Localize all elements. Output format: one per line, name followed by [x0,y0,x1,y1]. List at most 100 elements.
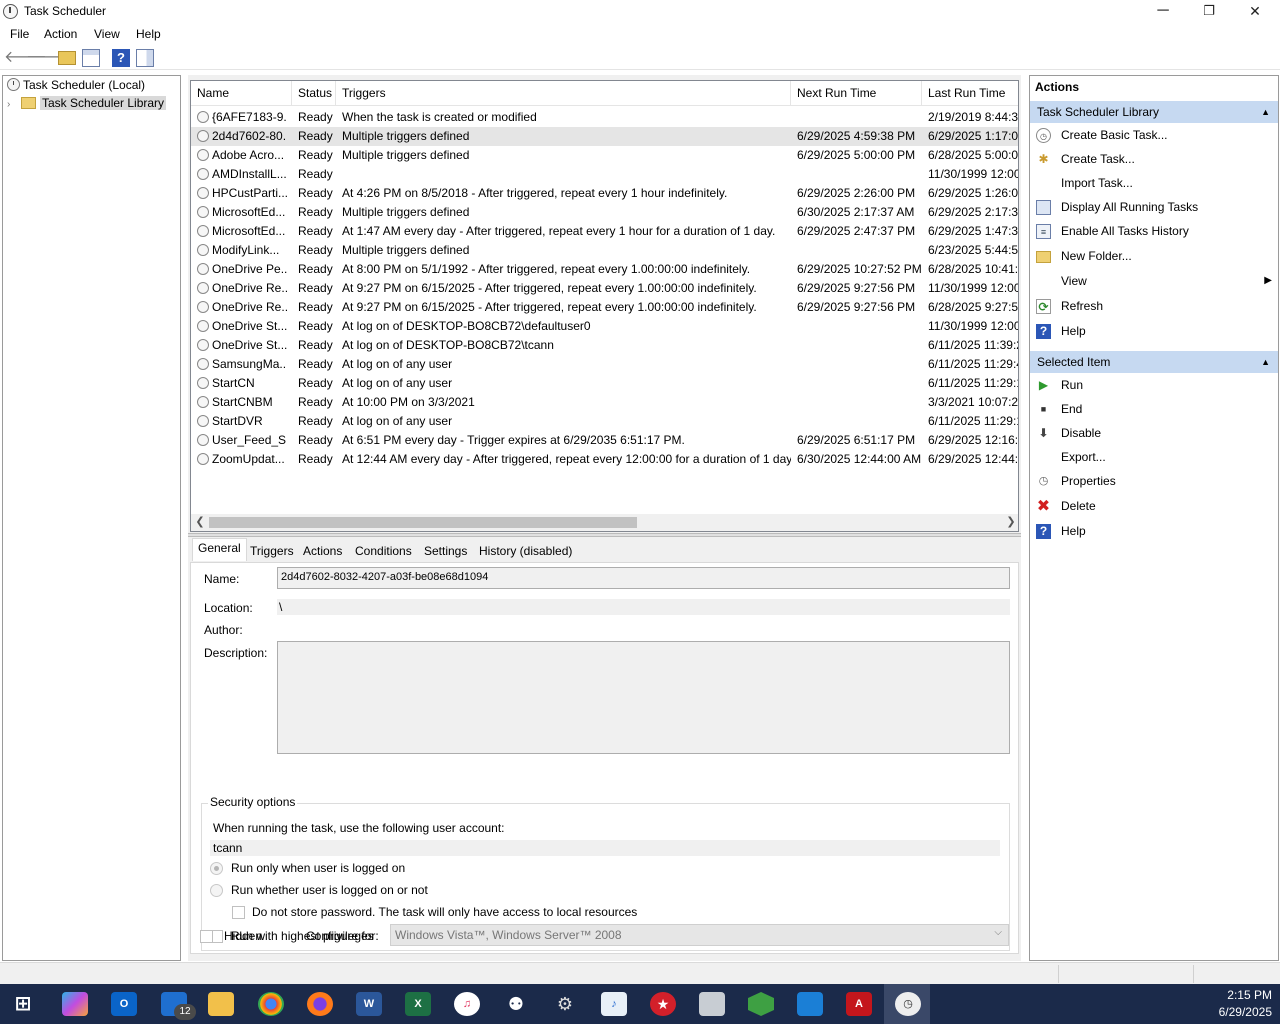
table-row[interactable]: MicrosoftEd... Ready Multiple triggers def… [191,203,1018,222]
task-last-cell: 2/19/2019 8:44:37 [928,110,1019,124]
menu-action[interactable]: Action [44,27,77,41]
action-create-basic-task[interactable]: ◷ Create Basic Task... [1030,125,1278,147]
excel-icon[interactable]: X [405,992,431,1016]
description-field[interactable] [277,641,1010,754]
table-row[interactable]: {6AFE7183-9... Ready When the task is crea… [191,108,1019,127]
section-selected-item[interactable]: Selected Item ▲ [1030,351,1278,373]
puppet-icon[interactable]: ⚉ [503,992,529,1016]
table-row[interactable]: AMDInstallL... Ready 11/30/1999 12:00: [191,165,1018,184]
action-properties[interactable]: ◷ Properties [1030,471,1278,493]
table-row[interactable]: StartCNBM Ready At 10:00 PM on 3/3/2021 3/3… [191,393,1018,412]
file-explorer-icon[interactable] [208,992,234,1016]
action-import-task[interactable]: Import Task... [1030,173,1278,195]
table-row[interactable]: SamsungMa... Ready At log on of any user 6/… [191,355,1018,374]
scroll-right-icon[interactable]: ❯ [1003,514,1018,531]
menu-file[interactable]: File [10,27,29,41]
collapse-caret-icon[interactable]: ▲ [1261,101,1270,123]
run-whether-logged-on-radio[interactable] [210,884,223,897]
star-app-icon[interactable]: ★ [650,992,676,1016]
itunes-icon[interactable]: ♫ [454,992,480,1016]
action-disable[interactable]: ⬇ Disable [1030,423,1278,445]
column-header-last-run[interactable]: Last Run Time [922,81,1018,106]
run-logged-on-radio[interactable] [210,862,223,875]
tree-item-library[interactable]: › Task Scheduler Library [7,96,167,113]
action-view[interactable]: View ▶ [1030,271,1278,293]
collapse-caret-icon[interactable]: ▲ [1261,351,1270,373]
cube-app-icon[interactable] [748,992,774,1016]
scroll-left-icon[interactable]: ❮ [192,514,208,531]
table-row[interactable]: HPCustParti... Ready At 4:26 PM on 8/5/201… [191,184,1018,203]
system-clock[interactable]: 2:15 PM 6/29/2025 [1219,987,1272,1021]
chrome-icon[interactable] [258,992,284,1016]
menu-view[interactable]: View [94,27,120,41]
copilot-icon[interactable] [62,992,88,1016]
table-row[interactable]: MicrosoftEd... Ready At 1:47 AM every day … [191,222,1018,241]
up-folder-icon[interactable] [58,51,76,65]
forward-arrow-icon[interactable]: 🡒 [26,49,69,67]
menu-help[interactable]: Help [136,27,161,41]
action-enable-tasks-history[interactable]: ≡ Enable All Tasks History [1030,221,1278,243]
maximize-button[interactable]: ❐ [1186,0,1232,24]
action-label: Export... [1061,450,1106,464]
action-export[interactable]: Export... [1030,447,1278,469]
table-row[interactable]: OneDrive Re... Ready At 9:27 PM on 6/15/20… [191,298,1018,317]
table-row[interactable]: OneDrive St... Ready At log on of DESKTOP-… [191,336,1018,355]
column-header-name[interactable]: Name [191,81,292,106]
control-panel-icon[interactable] [699,992,725,1016]
action-run[interactable]: ▶ Run [1030,375,1278,397]
back-arrow-icon[interactable]: 🡐 [4,49,47,67]
minimize-button[interactable]: ─ [1140,0,1186,24]
table-row[interactable]: ModifyLink... Ready Multiple triggers defi… [191,241,1018,260]
action-delete[interactable]: ✖ Delete [1030,496,1278,518]
table-row[interactable]: ZoomUpdat... Ready At 12:44 AM every day -… [191,450,1018,469]
outlook-icon[interactable]: O [111,992,137,1016]
action-end[interactable]: ■ End [1030,399,1278,421]
task-status-cell: Ready [298,281,333,295]
action-help-library[interactable]: ? Help [1030,321,1278,343]
section-task-scheduler-library[interactable]: Task Scheduler Library ▲ [1030,101,1278,123]
column-header-status[interactable]: Status [292,81,336,106]
table-row[interactable]: OneDrive St... Ready At log on of DESKTOP-… [191,317,1018,336]
table-row[interactable]: User_Feed_S... Ready At 6:51 PM every day … [191,431,1018,450]
firefox-icon[interactable] [307,992,333,1016]
tab-triggers[interactable]: Triggers [244,541,300,561]
windows-start-icon[interactable]: ⊞ [10,992,36,1016]
close-button[interactable]: ✕ [1232,0,1278,24]
table-row[interactable]: OneDrive Re... Ready At 9:27 PM on 6/15/20… [191,279,1018,298]
help-icon[interactable]: ? [112,49,130,67]
chevron-down-icon: ⌵ [994,927,1002,938]
tab-conditions[interactable]: Conditions [349,541,418,561]
table-row[interactable]: OneDrive Pe... Ready At 8:00 PM on 5/1/199… [191,260,1018,279]
table-row[interactable]: StartDVR Ready At log on of any user 6/11/2… [191,412,1018,431]
tab-history[interactable]: History (disabled) [473,541,578,561]
action-refresh[interactable]: ⟳ Refresh [1030,296,1278,318]
settings-gear-icon[interactable]: ⚙ [552,992,578,1016]
tab-settings[interactable]: Settings [418,541,473,561]
name-field[interactable]: 2d4d7602-8032-4207-a03f-be08e68d1094 [277,567,1010,589]
table-row[interactable]: StartCN Ready At log on of any user 6/11/20… [191,374,1018,393]
show-hide-tree-icon[interactable] [82,49,100,67]
action-display-running-tasks[interactable]: Display All Running Tasks [1030,197,1278,219]
photos-icon[interactable]: ♪ [601,992,627,1016]
configure-for-dropdown[interactable]: Windows Vista™, Windows Server™ 2008 ⌵ [390,924,1009,946]
action-create-task[interactable]: ✱ Create Task... [1030,149,1278,171]
hidden-checkbox[interactable] [200,930,213,943]
task-scheduler-taskbar-icon[interactable]: ◷ [895,992,921,1016]
tab-actions[interactable]: Actions [297,541,348,561]
do-not-store-password-checkbox[interactable] [232,906,245,919]
action-help-selected[interactable]: ? Help [1030,521,1278,543]
scrollbar-thumb[interactable] [209,517,637,528]
chevron-right-icon[interactable]: › [7,99,21,110]
show-hide-action-pane-icon[interactable] [136,49,154,67]
store-icon[interactable] [797,992,823,1016]
table-row[interactable]: Adobe Acro... Ready Multiple triggers defi… [191,146,1018,165]
column-header-next-run[interactable]: Next Run Time [791,81,922,106]
column-header-triggers[interactable]: Triggers [336,81,791,106]
horizontal-scrollbar[interactable]: ❮ ❯ [191,514,1018,531]
tab-general[interactable]: General [192,538,247,561]
action-new-folder[interactable]: New Folder... [1030,246,1278,268]
table-row[interactable]: 2d4d7602-80... Ready Multiple triggers def… [191,127,1018,146]
word-icon[interactable]: W [356,992,382,1016]
tree-item-local[interactable]: Task Scheduler (Local) [7,78,145,95]
acrobat-icon[interactable]: A [846,992,872,1016]
